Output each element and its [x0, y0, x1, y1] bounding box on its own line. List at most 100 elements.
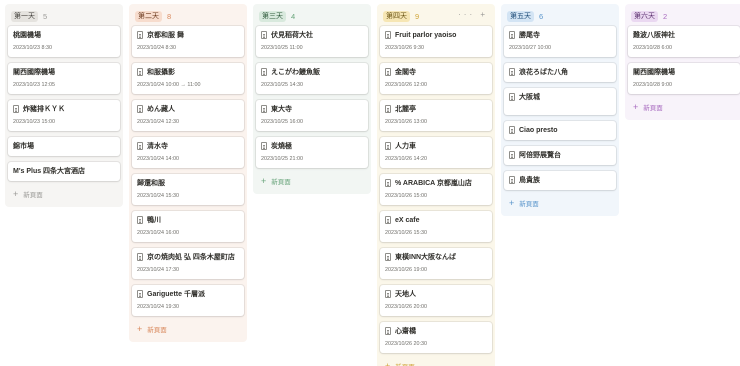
- column-title-tag[interactable]: 第三天: [259, 10, 286, 22]
- card-date: 2023/10/25 21:00: [261, 156, 303, 162]
- board-card[interactable]: Fruit parlor yaoiso 2023/10/26 9:30: [380, 26, 492, 57]
- card-title-text: 和服攝影: [147, 69, 175, 76]
- column-title-tag[interactable]: 第一天: [11, 10, 38, 22]
- card-title: 伏見稻荷大社: [261, 30, 363, 40]
- page-icon: [509, 68, 515, 76]
- column-title-tag[interactable]: 第六天: [631, 10, 658, 22]
- board-card[interactable]: 清水寺 2023/10/24 14:00: [132, 137, 244, 168]
- new-page-label: 新頁面: [643, 105, 663, 112]
- card-title: 京都和服 舞: [137, 30, 239, 40]
- card-date: 2023/10/24 10:00 → 11:00: [137, 82, 201, 88]
- board-card[interactable]: 金閣寺 2023/10/26 12:00: [380, 63, 492, 94]
- card-title: えこがわ鰻魚飯: [261, 67, 363, 77]
- board-card[interactable]: 難波八阪神社 2023/10/28 6:00: [628, 26, 740, 57]
- board-card[interactable]: 京都和服 舞 2023/10/24 8:30: [132, 26, 244, 57]
- card-title: 北麓亭: [385, 104, 487, 114]
- card-title-text: M's Plus 四条大宮酒店: [13, 168, 86, 175]
- card-title: % ARABICA 京都嵐山店: [385, 178, 487, 188]
- board-card[interactable]: eX cafe 2023/10/26 15:30: [380, 211, 492, 242]
- card-title: 桃園機場: [13, 30, 115, 40]
- board-card[interactable]: 阿倍野展覽台: [504, 146, 616, 165]
- board-card[interactable]: 大阪城: [504, 88, 616, 115]
- board-card[interactable]: 東橫INN大阪なんば 2023/10/26 19:00: [380, 248, 492, 279]
- board-card[interactable]: めん藏人 2023/10/24 12:30: [132, 100, 244, 131]
- board-card[interactable]: 炭燒極 2023/10/25 21:00: [256, 137, 368, 168]
- column-count: 4: [291, 11, 296, 21]
- page-icon: [509, 126, 515, 134]
- card-title-text: Fruit parlor yaoiso: [395, 31, 457, 39]
- board-column: 第五天 6 勝尾寺 2023/10/27 10:00 浪花ろばた八角大阪城 Ciao pr…: [501, 4, 619, 216]
- new-page-button[interactable]: + 新頁面: [628, 100, 740, 114]
- board-card[interactable]: 關西國際機場 2023/10/28 9:00: [628, 63, 740, 94]
- card-title-text: 東橫INN大阪なんば: [395, 254, 457, 261]
- card-title: 京の焼肉処 弘 四条木屋町店: [137, 252, 239, 262]
- board-card[interactable]: えこがわ鰻魚飯 2023/10/25 14:30: [256, 63, 368, 94]
- board-card[interactable]: 桃園機場 2023/10/23 8:30: [8, 26, 120, 57]
- card-date: 2023/10/27 10:00: [509, 45, 551, 51]
- card-date: 2023/10/26 15:00: [385, 193, 427, 199]
- card-title: Gariguette 千層派: [137, 289, 239, 299]
- board-card[interactable]: 勝尾寺 2023/10/27 10:00: [504, 26, 616, 57]
- page-icon: [509, 151, 515, 159]
- card-date: 2023/10/26 19:00: [385, 267, 427, 273]
- board-card[interactable]: 錦市場: [8, 137, 120, 156]
- board-card[interactable]: 和服攝影 2023/10/24 10:00 → 11:00: [132, 63, 244, 94]
- new-page-button[interactable]: + 新頁面: [132, 322, 244, 336]
- new-page-button[interactable]: + 新頁面: [380, 359, 492, 366]
- card-list: 難波八阪神社 2023/10/28 6:00 關西國際機場 2023/10/28 9:…: [628, 26, 740, 94]
- board-card[interactable]: % ARABICA 京都嵐山店 2023/10/26 15:00: [380, 174, 492, 205]
- board-column: 第三天 4 伏見稻荷大社 2023/10/25 11:00 えこがわ鰻魚飯 2023/10…: [253, 4, 371, 194]
- board-card[interactable]: 東大寺 2023/10/25 16:00: [256, 100, 368, 131]
- column-options-icon[interactable]: ··· +: [458, 10, 488, 19]
- board-card[interactable]: 心齋橋 2023/10/26 20:30: [380, 322, 492, 353]
- card-title: 鴨川: [137, 215, 239, 225]
- board-card[interactable]: 京の焼肉処 弘 四条木屋町店 2023/10/24 17:30: [132, 248, 244, 279]
- card-title: めん藏人: [137, 104, 239, 114]
- card-title-text: 歸還和服: [137, 180, 165, 187]
- card-date: 2023/10/23 8:30: [13, 45, 52, 51]
- column-count: 6: [539, 11, 544, 21]
- card-date: 2023/10/25 11:00: [261, 45, 303, 51]
- board-card[interactable]: 炸豬排ＫＹＫ 2023/10/23 15:00: [8, 100, 120, 131]
- column-title-tag[interactable]: 第二天: [135, 10, 162, 22]
- board-card[interactable]: 人力車 2023/10/26 14:20: [380, 137, 492, 168]
- board-card[interactable]: 浪花ろばた八角: [504, 63, 616, 82]
- board-column: 第六天 2 難波八阪神社 2023/10/28 6:00 關西國際機場 2023/10/2…: [625, 4, 740, 120]
- page-icon: [509, 31, 515, 39]
- card-title-text: % ARABICA 京都嵐山店: [395, 180, 472, 187]
- page-icon: [385, 179, 391, 187]
- card-title: 和服攝影: [137, 67, 239, 77]
- card-title: 勝尾寺: [509, 30, 611, 40]
- card-title: 鳥貴族: [509, 175, 611, 185]
- board-card[interactable]: Ciao presto: [504, 121, 616, 140]
- card-title: 歸還和服: [137, 178, 239, 188]
- board-card[interactable]: 天地人 2023/10/26 20:00: [380, 285, 492, 316]
- card-date: 2023/10/26 15:30: [385, 230, 427, 236]
- card-title-text: 東大寺: [271, 106, 292, 113]
- card-list: 桃園機場 2023/10/23 8:30 關西國際機場 2023/10/23 12:0…: [8, 26, 120, 181]
- board-card[interactable]: Gariguette 千層派 2023/10/24 19:30: [132, 285, 244, 316]
- board-card[interactable]: 鳥貴族: [504, 171, 616, 190]
- board-card[interactable]: 關西國際機場 2023/10/23 12:05: [8, 63, 120, 94]
- new-page-label: 新頁面: [23, 192, 43, 199]
- column-title-tag[interactable]: 第五天: [507, 10, 534, 22]
- card-title-text: Gariguette 千層派: [147, 291, 205, 298]
- board-card[interactable]: M's Plus 四条大宮酒店: [8, 162, 120, 181]
- new-page-button[interactable]: + 新頁面: [504, 196, 616, 210]
- card-title-text: 伏見稻荷大社: [271, 32, 313, 39]
- new-page-button[interactable]: + 新頁面: [8, 187, 120, 201]
- new-page-button[interactable]: + 新頁面: [256, 174, 368, 188]
- card-date: 2023/10/24 17:30: [137, 267, 179, 273]
- board-card[interactable]: 伏見稻荷大社 2023/10/25 11:00: [256, 26, 368, 57]
- page-icon: [385, 68, 391, 76]
- card-title-text: 炭燒極: [271, 143, 292, 150]
- page-icon: [137, 142, 143, 150]
- column-title-tag[interactable]: 第四天: [383, 10, 410, 22]
- board-card[interactable]: 歸還和服 2023/10/24 15:30: [132, 174, 244, 205]
- new-page-label: 新頁面: [395, 361, 415, 366]
- plus-icon: +: [509, 197, 515, 208]
- board-card[interactable]: 北麓亭 2023/10/26 13:00: [380, 100, 492, 131]
- column-header: 第六天 2: [628, 7, 740, 25]
- board-card[interactable]: 鴨川 2023/10/24 16:00: [132, 211, 244, 242]
- card-date: 2023/10/24 8:30: [137, 45, 176, 51]
